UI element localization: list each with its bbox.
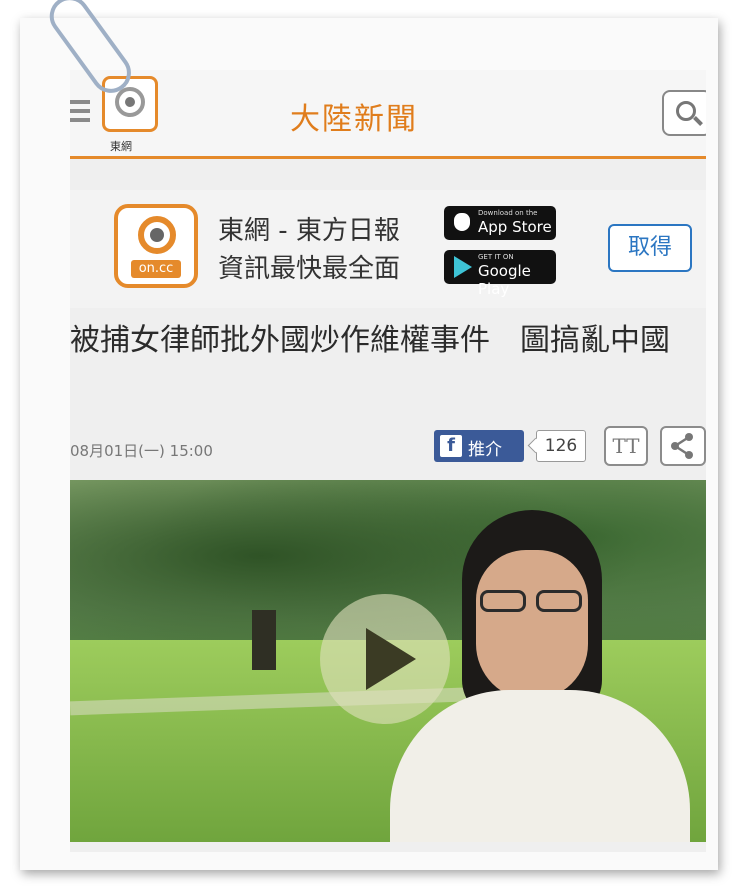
play-icon — [366, 628, 416, 690]
app-download-banner: on.cc 東網 - 東方日報 資訊最快最全面 Download on the … — [70, 190, 706, 308]
search-button[interactable] — [662, 90, 706, 136]
google-play-text: Google Play — [478, 262, 531, 298]
app-banner-tagline: 資訊最快最全面 — [218, 254, 401, 284]
share-button[interactable] — [660, 426, 706, 466]
facebook-like-button[interactable]: f 推介 — [434, 430, 524, 462]
photo-frame: 東網 大陸新聞 on.cc 東網 - 東方日報 資訊最快最全面 Download… — [20, 18, 718, 870]
app-logo: on.cc — [114, 204, 198, 288]
share-icon — [671, 433, 693, 459]
article-headline: 被捕女律師批外國炒作維權事件 圖搞亂中國 — [70, 323, 670, 358]
app-banner-title: 東網 - 東方日報 — [218, 216, 400, 246]
site-logo-label: 東網 — [110, 140, 132, 153]
menu-icon[interactable] — [70, 100, 90, 124]
article-date: 08月01日(一) 15:00 — [70, 442, 213, 460]
text-size-icon: TT — [612, 434, 640, 458]
text-size-button[interactable]: TT — [604, 426, 648, 466]
top-bar: 東網 大陸新聞 — [70, 70, 706, 159]
google-play-icon — [454, 256, 472, 278]
facebook-icon: f — [440, 435, 462, 457]
like-count: 126 — [536, 430, 586, 462]
article-meta-row: 08月01日(一) 15:00 f 推介 126 TT — [70, 426, 706, 470]
google-play-badge[interactable]: GET IT ON Google Play — [444, 250, 556, 298]
app-logo-text: on.cc — [131, 260, 181, 278]
get-app-button[interactable]: 取得 — [608, 224, 692, 272]
phone-screen: 東網 大陸新聞 on.cc 東網 - 東方日報 資訊最快最全面 Download… — [70, 70, 706, 852]
apple-icon — [454, 213, 470, 231]
section-title: 大陸新聞 — [290, 102, 418, 137]
video-player[interactable] — [70, 480, 706, 842]
video-play-button[interactable] — [320, 594, 450, 724]
facebook-like-label: 推介 — [468, 440, 502, 460]
app-store-small-text: Download on the — [478, 209, 538, 217]
google-play-small-text: GET IT ON — [478, 253, 514, 261]
app-store-text: App Store — [478, 218, 552, 236]
app-store-badge[interactable]: Download on the App Store — [444, 206, 556, 240]
